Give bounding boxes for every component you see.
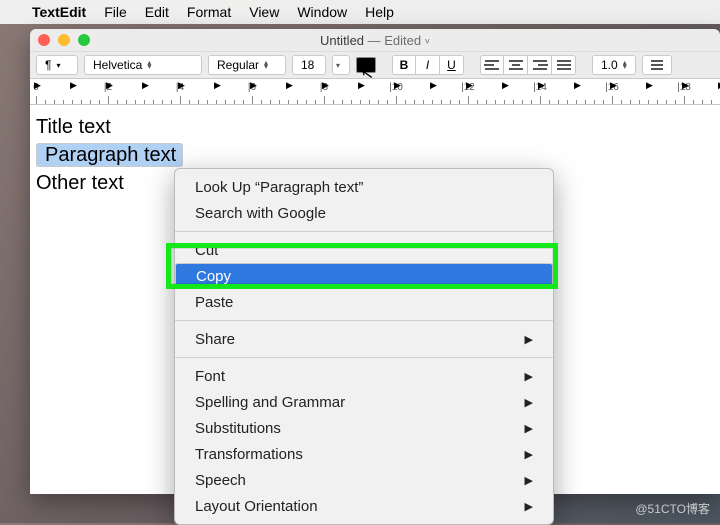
alignment-group — [480, 55, 576, 75]
menu-help[interactable]: Help — [365, 4, 394, 20]
align-right-button[interactable] — [528, 55, 552, 75]
bold-button[interactable]: B — [392, 55, 416, 75]
tab-stop-icon[interactable]: ▶ — [106, 80, 113, 91]
menu-view[interactable]: View — [249, 4, 279, 20]
tab-stop-icon[interactable]: ▶ — [538, 80, 545, 91]
menu-spelling[interactable]: Spelling and Grammar — [175, 389, 553, 415]
context-menu: Look Up “Paragraph text” Search with Goo… — [174, 168, 554, 525]
chevron-down-icon: ▾ — [56, 61, 60, 70]
close-button[interactable] — [38, 34, 50, 46]
menu-paste[interactable]: Paste — [175, 289, 553, 315]
align-left-icon — [481, 56, 503, 74]
menu-copy[interactable]: Copy — [175, 263, 553, 289]
zoom-button[interactable] — [78, 34, 90, 46]
tab-stop-icon[interactable]: ▶ — [322, 80, 329, 91]
menu-cut[interactable]: Cut — [175, 237, 553, 263]
tab-stop-icon[interactable]: ▶ — [682, 80, 689, 91]
watermark: @51CTO博客 — [635, 500, 710, 517]
font-family-select[interactable]: Helvetica ▴▾ — [84, 55, 202, 75]
menu-edit[interactable]: Edit — [145, 4, 169, 20]
menu-format[interactable]: Format — [187, 4, 231, 20]
menu-layout-orientation[interactable]: Layout Orientation — [175, 493, 553, 519]
menu-speech[interactable]: Speech — [175, 467, 553, 493]
menu-font[interactable]: Font — [175, 363, 553, 389]
titlebar[interactable]: Untitled — Edited ˅ — [30, 29, 720, 51]
system-menubar: TextEdit File Edit Format View Window He… — [0, 0, 720, 24]
app-menu[interactable]: TextEdit — [32, 4, 86, 20]
font-family-value: Helvetica — [93, 58, 142, 72]
line-spacing-value: 1.0 — [601, 58, 618, 72]
tab-stop-icon[interactable]: ▶ — [34, 80, 41, 91]
menu-separator — [175, 231, 553, 232]
updown-icon: ▴▾ — [264, 61, 268, 69]
traffic-lights — [38, 34, 90, 46]
menu-separator — [175, 357, 553, 358]
tab-stop-icon[interactable]: ▶ — [574, 80, 581, 91]
tab-stop-icon[interactable]: ▶ — [70, 80, 77, 91]
text-line-selected[interactable]: Paragraph text — [36, 143, 183, 167]
italic-button[interactable]: I — [416, 55, 440, 75]
underline-button[interactable]: U — [440, 55, 464, 75]
tab-stop-icon[interactable]: ▶ — [250, 80, 257, 91]
paragraph-style-select[interactable]: ¶ ▾ — [36, 55, 78, 75]
align-right-icon — [528, 56, 551, 74]
tab-stop-icon[interactable]: ▶ — [610, 80, 617, 91]
menu-file[interactable]: File — [104, 4, 127, 20]
tab-stop-icon[interactable]: ▶ — [646, 80, 653, 91]
tab-stop-icon[interactable]: ▶ — [286, 80, 293, 91]
menu-share[interactable]: Share — [175, 326, 553, 352]
paragraph-style-value: ¶ — [45, 58, 51, 72]
align-justify-icon — [552, 56, 575, 74]
minimize-button[interactable] — [58, 34, 70, 46]
font-size-stepper[interactable]: ▾ — [332, 55, 350, 75]
menu-separator — [175, 320, 553, 321]
tab-stop-icon[interactable]: ▶ — [430, 80, 437, 91]
font-weight-select[interactable]: Regular ▴▾ — [208, 55, 286, 75]
tab-stop-icon[interactable]: ▶ — [178, 80, 185, 91]
format-toolbar: ¶ ▾ Helvetica ▴▾ Regular ▴▾ 18 ▾ B I U — [30, 51, 720, 79]
tab-stop-icon[interactable]: ▶ — [502, 80, 509, 91]
font-weight-value: Regular — [217, 58, 259, 72]
text-style-group: B I U — [392, 55, 464, 75]
ruler[interactable]: 0|2|4|6|8|10|12|14|16|18 ▶▶▶▶▶▶▶▶▶▶▶▶▶▶▶… — [30, 79, 720, 105]
text-line-title[interactable]: Title text — [36, 113, 714, 141]
chevron-down-icon: ▾ — [336, 61, 340, 70]
font-size-select[interactable]: 18 — [292, 55, 326, 75]
menu-transformations[interactable]: Transformations — [175, 441, 553, 467]
tab-stop-icon[interactable]: ▶ — [466, 80, 473, 91]
window-title-state: Edited — [384, 33, 421, 48]
tab-stop-icon[interactable]: ▶ — [142, 80, 149, 91]
window-title-dash: — — [364, 33, 384, 48]
menu-substitutions[interactable]: Substitutions — [175, 415, 553, 441]
window-title-name: Untitled — [320, 33, 364, 48]
updown-icon: ▴▾ — [623, 61, 627, 69]
tab-stop-icon[interactable]: ▶ — [214, 80, 221, 91]
menu-lookup[interactable]: Look Up “Paragraph text” — [175, 174, 553, 200]
align-center-icon — [504, 56, 527, 74]
menu-window[interactable]: Window — [297, 4, 347, 20]
menu-search-google[interactable]: Search with Google — [175, 200, 553, 226]
align-center-button[interactable] — [504, 55, 528, 75]
text-color-swatch[interactable] — [356, 57, 376, 73]
window-title: Untitled — Edited ˅ — [30, 33, 720, 48]
tab-stop-icon[interactable]: ▶ — [394, 80, 401, 91]
font-size-value: 18 — [301, 58, 314, 72]
list-icon — [647, 56, 667, 74]
align-left-button[interactable] — [480, 55, 504, 75]
align-justify-button[interactable] — [552, 55, 576, 75]
tab-stop-icon[interactable]: ▶ — [358, 80, 365, 91]
updown-icon: ▴▾ — [147, 61, 151, 69]
list-style-select[interactable] — [642, 55, 672, 75]
line-spacing-select[interactable]: 1.0 ▴▾ — [592, 55, 636, 75]
chevron-down-icon[interactable]: ˅ — [425, 36, 430, 46]
